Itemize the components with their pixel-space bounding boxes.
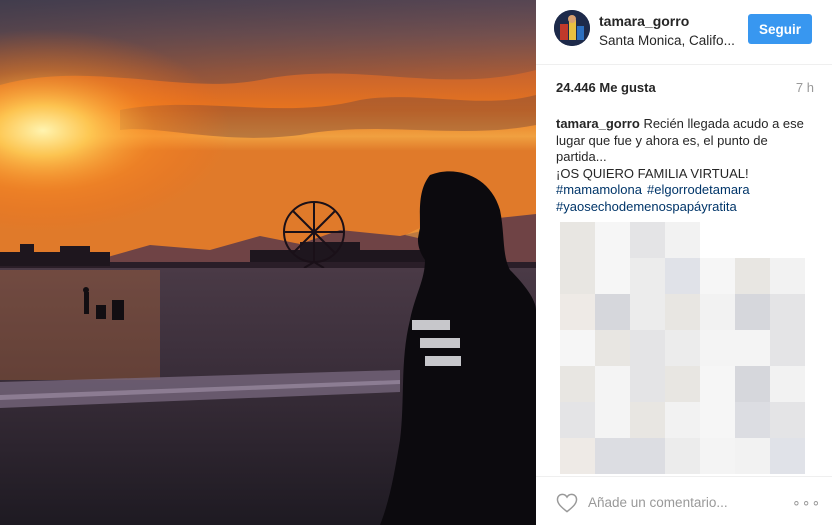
pixelated-block (700, 330, 735, 366)
caption-first-line: tamara_gorro Recién llegada acudo a ese … (556, 116, 818, 166)
pixelated-block (735, 330, 770, 366)
pixelated-block (735, 438, 770, 474)
hashtag-link[interactable]: #elgorrodetamara (647, 182, 750, 199)
hashtag-link[interactable]: #yaosechodemenospapáyratita (556, 199, 818, 216)
post-sidebar: tamara_gorro Santa Monica, Califo... Seg… (536, 0, 832, 525)
pixelated-block (560, 330, 595, 366)
post-header: tamara_gorro Santa Monica, Califo... Seg… (536, 0, 832, 65)
post-timestamp[interactable]: 7 h (796, 80, 814, 95)
pixelated-block (735, 366, 770, 402)
post-caption: tamara_gorro Recién llegada acudo a ese … (556, 116, 818, 215)
pixelated-block (770, 330, 805, 366)
pixelated-block (700, 402, 735, 438)
pixelated-block (665, 222, 700, 258)
pixelated-block (770, 402, 805, 438)
pixelated-block (630, 258, 665, 294)
caption-line2: ¡OS QUIERO FAMILIA VIRTUAL! (556, 165, 749, 181)
pixelated-block (700, 294, 735, 330)
sunset-pier-photo (0, 0, 536, 525)
pixelated-block (665, 438, 700, 474)
follow-button[interactable]: Seguir (748, 14, 812, 44)
likes-row: 24.446 Me gusta 7 h (556, 80, 814, 100)
pixelated-block (700, 438, 735, 474)
pixelated-block (735, 402, 770, 438)
pixelated-block (560, 258, 595, 294)
pixelated-block (665, 402, 700, 438)
comment-input[interactable] (588, 492, 778, 512)
pixelated-block (595, 258, 630, 294)
pixelated-block (595, 402, 630, 438)
pixelated-block (630, 330, 665, 366)
pixelated-block (665, 258, 700, 294)
post-footer: ∘∘∘ (536, 476, 832, 526)
pixelated-block (595, 294, 630, 330)
pixelated-block (770, 294, 805, 330)
more-options-icon[interactable]: ∘∘∘ (792, 495, 820, 509)
pixelated-block (560, 222, 595, 258)
pixelated-block (595, 438, 630, 474)
pixelated-block (630, 222, 665, 258)
pixelated-block (665, 294, 700, 330)
post-location[interactable]: Santa Monica, Califo... (599, 31, 739, 50)
pixelated-block (665, 330, 700, 366)
pixelated-block (560, 402, 595, 438)
pixelated-block (770, 258, 805, 294)
heart-icon[interactable] (556, 493, 578, 513)
pixelated-block (630, 366, 665, 402)
pixelated-block (770, 366, 805, 402)
pixelated-block (630, 402, 665, 438)
pixelated-block (735, 258, 770, 294)
pixelated-block (560, 294, 595, 330)
pixelated-comments (560, 222, 808, 476)
pixelated-block (630, 438, 665, 474)
pixelated-block (560, 366, 595, 402)
pixelated-block (700, 366, 735, 402)
pixelated-block (735, 294, 770, 330)
caption-username[interactable]: tamara_gorro (556, 116, 640, 131)
likes-count[interactable]: 24.446 Me gusta (556, 80, 656, 95)
post-photo[interactable] (0, 0, 536, 525)
pixelated-block (630, 294, 665, 330)
pixelated-block (595, 366, 630, 402)
pixelated-block (665, 366, 700, 402)
post-username[interactable]: tamara_gorro (599, 12, 739, 30)
pixelated-block (770, 438, 805, 474)
pixelated-block (595, 222, 630, 258)
pixelated-block (595, 330, 630, 366)
avatar[interactable] (554, 10, 590, 46)
pixelated-block (560, 438, 595, 474)
avatar-image (554, 10, 590, 46)
pixelated-block (700, 258, 735, 294)
